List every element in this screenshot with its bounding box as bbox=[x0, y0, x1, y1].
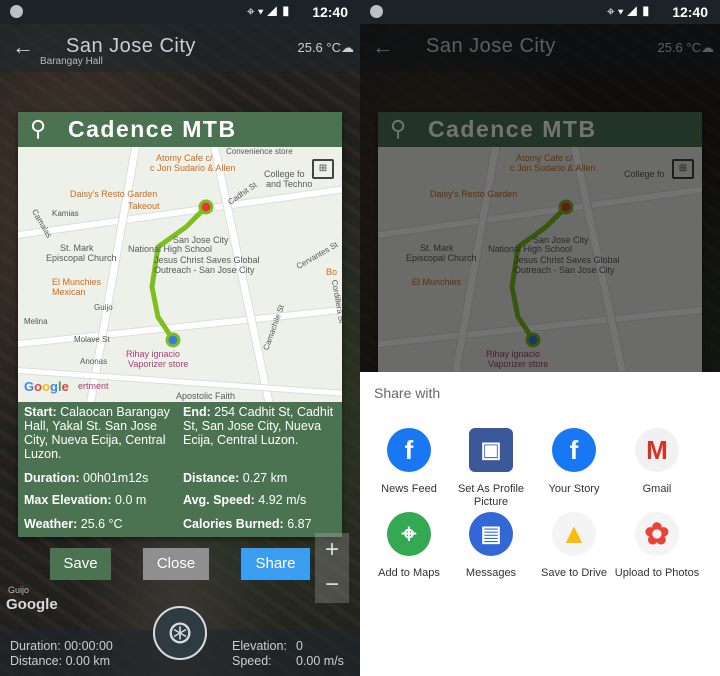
notification-dot-icon bbox=[370, 5, 383, 18]
map-label: National High School bbox=[128, 244, 213, 254]
map-label: Kamias bbox=[52, 209, 79, 218]
map-label: Bo bbox=[326, 267, 338, 277]
map-label: Apostolic Faith bbox=[176, 391, 236, 401]
live-speed-value: 0.00 m/s bbox=[296, 654, 344, 668]
dialog-buttons: Save Close Share bbox=[0, 548, 360, 582]
facebook-profile-icon: ▣ bbox=[469, 428, 513, 472]
share-sheet: Share with f News Feed ▣ Set As Profile … bbox=[360, 372, 720, 676]
map-label: Guijo bbox=[94, 303, 113, 312]
share-target-gmail[interactable]: M Gmail bbox=[614, 428, 700, 496]
map-label: Convenience store bbox=[226, 147, 293, 156]
share-target-add-to-maps[interactable]: ⌖ Add to Maps bbox=[366, 512, 452, 580]
live-speed-label: Speed: bbox=[232, 654, 272, 668]
map-label: Jesus Christ Saves Global bbox=[154, 255, 260, 265]
live-distance: Distance: 0.00 km bbox=[10, 654, 111, 668]
map-label: Daisy's Resto Garden bbox=[70, 189, 158, 199]
map-label: and Techno bbox=[266, 179, 313, 189]
share-target-label: Messages bbox=[465, 567, 517, 579]
distance-stat: Distance: 0.27 km bbox=[183, 471, 288, 485]
zoom-controls: + − bbox=[315, 533, 349, 603]
map-label: College fo bbox=[264, 169, 305, 179]
share-target-label: Save to Drive bbox=[540, 567, 608, 579]
map-label: Rihay ignacio bbox=[126, 349, 181, 359]
map-label: Anonas bbox=[80, 357, 108, 366]
bike-wheel-start-button[interactable]: ⊛ bbox=[153, 606, 207, 660]
status-icons: ⌖▾◢▮ bbox=[246, 3, 294, 19]
share-target-label: Add to Maps bbox=[378, 567, 440, 579]
map-label: Molave St bbox=[74, 335, 110, 344]
gmail-icon: M bbox=[635, 428, 679, 472]
live-elevation-value: 0 bbox=[296, 639, 303, 653]
dialog-header: ⚲ Cadence MTB bbox=[18, 112, 342, 147]
map-label: Outreach - San Jose City bbox=[154, 265, 255, 275]
share-target-news-feed[interactable]: f News Feed bbox=[366, 428, 452, 496]
map-label: c Jon Sudario & Allen bbox=[150, 163, 236, 173]
map-label: Atomy Cafe c/ bbox=[156, 153, 213, 163]
city-title: San Jose City bbox=[66, 35, 196, 57]
share-target-label: Your Story bbox=[548, 483, 600, 495]
share-target-save-to-drive[interactable]: ▲ Save to Drive bbox=[531, 512, 617, 580]
duration-stat: Duration: 00h01m12s bbox=[24, 471, 149, 485]
start-location: Start: Calaocan Barangay Hall, Yakal St.… bbox=[24, 405, 170, 461]
map-label: ertment bbox=[78, 381, 109, 391]
status-bar: ⌖▾◢▮ 12:40 bbox=[0, 0, 360, 24]
calories-stat: Calories Burned: 6.87 bbox=[183, 517, 312, 531]
notification-dot-icon bbox=[10, 5, 23, 18]
google-maps-icon: ⌖ bbox=[387, 512, 431, 556]
status-time: 12:40 bbox=[312, 4, 348, 20]
live-elevation-label: Elevation: bbox=[232, 639, 287, 653]
share-target-messages[interactable]: ▤ Messages bbox=[448, 512, 534, 580]
ride-stats: Start: Calaocan Barangay Hall, Yakal St.… bbox=[18, 402, 342, 537]
status-bar: ⌖▾◢▮ 12:40 bbox=[360, 0, 720, 24]
share-target-label: Gmail bbox=[642, 483, 672, 495]
google-drive-icon: ▲ bbox=[552, 512, 596, 556]
share-target-upload-to-photos[interactable]: ✿ Upload to Photos bbox=[614, 512, 700, 580]
map-layers-icon[interactable]: ⊞ bbox=[312, 159, 334, 179]
google-logo: Google bbox=[24, 379, 69, 394]
live-duration: Duration: 00:00:00 bbox=[10, 639, 113, 653]
route-map[interactable]: Atomy Cafe c/ c Jon Sudario & Allen Dais… bbox=[18, 147, 342, 402]
share-target-label: News Feed bbox=[381, 483, 437, 495]
back-arrow-icon[interactable]: ← bbox=[12, 34, 34, 60]
messages-icon: ▤ bbox=[469, 512, 513, 556]
map-label-barangay: Barangay Hall bbox=[40, 56, 103, 67]
share-sheet-title: Share with bbox=[374, 385, 441, 401]
weather-stat: Weather: 25.6 °C bbox=[24, 517, 123, 531]
end-location: End: 254 Cadhit St, Cadhit St, San Jose … bbox=[183, 405, 334, 447]
share-target-set-as-profile-picture[interactable]: ▣ Set As Profile Picture bbox=[448, 428, 534, 509]
share-target-label: Set As Profile Picture bbox=[457, 483, 525, 508]
share-target-label: Upload to Photos bbox=[614, 567, 700, 579]
app-name: Cadence MTB bbox=[68, 116, 237, 142]
facebook-icon: f bbox=[552, 428, 596, 472]
avg-speed-stat: Avg. Speed: 4.92 m/s bbox=[183, 493, 307, 507]
facebook-icon: f bbox=[387, 428, 431, 472]
map-label: Takeout bbox=[128, 201, 160, 211]
close-button[interactable]: Close bbox=[143, 548, 209, 580]
left-screen: ⌖▾◢▮ 12:40 ← San Jose City 25.6 °C☁ Bara… bbox=[0, 0, 360, 676]
map-label-guijo: Guijo bbox=[8, 585, 30, 595]
max-elevation-stat: Max Elevation: 0.0 m bbox=[24, 493, 147, 507]
map-label: St. Mark bbox=[60, 243, 94, 253]
share-target-your-story[interactable]: f Your Story bbox=[531, 428, 617, 496]
status-icons: ⌖▾◢▮ bbox=[606, 3, 654, 19]
map-label: El Munchies bbox=[52, 277, 102, 287]
map-label: Episcopal Church bbox=[46, 253, 117, 263]
status-time: 12:40 bbox=[672, 4, 708, 20]
share-button[interactable]: Share bbox=[241, 548, 310, 580]
map-label: Mexican bbox=[52, 287, 86, 297]
right-screen: ⌖▾◢▮ 12:40 ← San Jose City 25.6 °C☁ ⚲ Ca… bbox=[360, 0, 720, 676]
ride-summary-dialog: ⚲ Cadence MTB Atomy Cafe c/ c Jon Sudari… bbox=[18, 112, 342, 537]
modal-scrim[interactable] bbox=[360, 24, 720, 372]
zoom-in-button[interactable]: + bbox=[315, 533, 349, 568]
save-button[interactable]: Save bbox=[50, 548, 111, 580]
google-photos-icon: ✿ bbox=[635, 512, 679, 556]
zoom-out-button[interactable]: − bbox=[315, 568, 349, 603]
google-watermark: Google bbox=[6, 596, 58, 613]
weather-readout: 25.6 °C☁ bbox=[297, 40, 354, 55]
map-label: Melina bbox=[24, 317, 48, 326]
cadence-logo-icon: ⚲ bbox=[30, 116, 47, 141]
map-label: Vaporizer store bbox=[128, 359, 189, 369]
